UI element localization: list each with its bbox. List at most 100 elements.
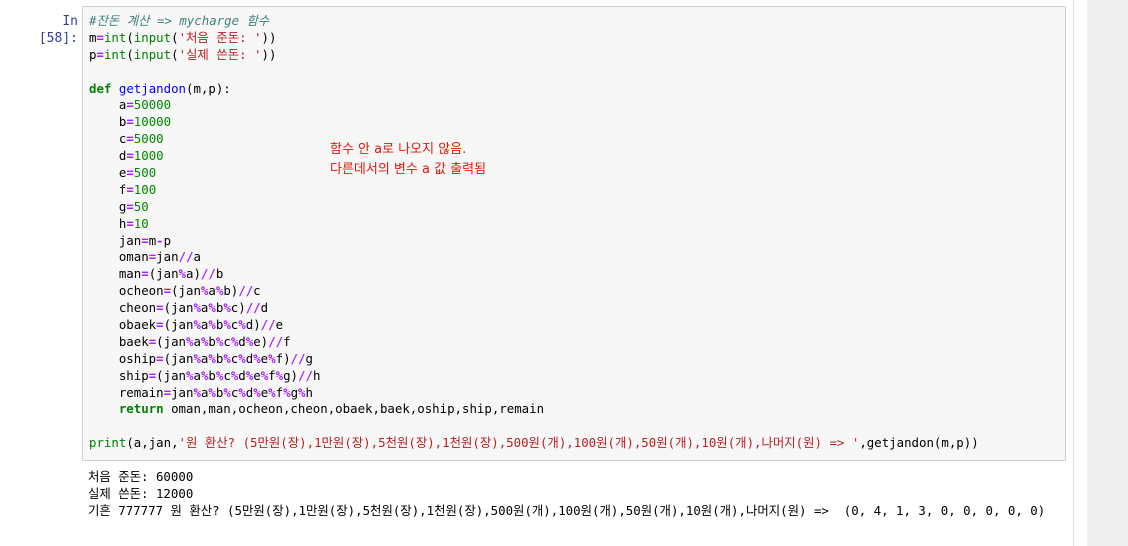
code-token: e) bbox=[253, 333, 269, 349]
code-token: e bbox=[275, 317, 284, 333]
code-token: = bbox=[141, 232, 149, 248]
code-token: int bbox=[103, 29, 127, 45]
code-token: = bbox=[126, 215, 134, 231]
code-token: % bbox=[268, 384, 276, 400]
code-line: oman=jan//a bbox=[89, 249, 979, 266]
code-token: (jan bbox=[171, 283, 201, 299]
code-token: jan bbox=[89, 232, 142, 248]
code-token: '처음 준돈: ' bbox=[178, 29, 262, 45]
code-line: c=5000 bbox=[89, 131, 979, 148]
code-token: b bbox=[208, 333, 216, 349]
code-token: % bbox=[223, 350, 231, 366]
code-token: % bbox=[193, 317, 201, 333]
code-token: (jan bbox=[156, 333, 186, 349]
code-token: % bbox=[283, 384, 291, 400]
code-token: (jan bbox=[163, 350, 194, 366]
code-token: = bbox=[163, 283, 172, 299]
output-line: 기흔 777777 원 환산? (5만원(장),1만원(장),5천원(장),1천… bbox=[88, 503, 1046, 518]
code-token: input bbox=[133, 46, 172, 62]
code-token: (jan bbox=[163, 317, 194, 333]
code-token: 10 bbox=[133, 215, 149, 231]
code-token: ( bbox=[126, 46, 134, 62]
code-token: )) bbox=[261, 46, 277, 62]
code-token: % bbox=[238, 384, 246, 400]
annotation-line-1: 함수 안 a로 나오지 않음. bbox=[330, 142, 467, 157]
code-token: = bbox=[126, 198, 134, 214]
code-line: f=100 bbox=[89, 182, 979, 199]
code-token: % bbox=[193, 300, 201, 316]
code-token: % bbox=[223, 384, 231, 400]
code-token: % bbox=[298, 384, 306, 400]
code-token: f bbox=[89, 181, 127, 197]
code-token: % bbox=[253, 350, 261, 366]
code-token: = bbox=[126, 131, 134, 147]
code-token: b) bbox=[223, 283, 239, 299]
annotation-note: 함수 안 a로 나오지 않음. 다른데서의 변수 a 값 출력됨 bbox=[330, 140, 486, 180]
code-token: h bbox=[89, 215, 127, 231]
code-token: int bbox=[103, 46, 127, 62]
code-token: 50000 bbox=[133, 97, 172, 113]
cell-output: 처음 준돈: 60000 실제 쓴돈: 12000 기흔 777777 원 환산? … bbox=[88, 468, 1068, 519]
code-token: % bbox=[223, 300, 231, 316]
code-token: e bbox=[253, 367, 261, 383]
output-line: 처음 준돈: 60000 bbox=[88, 469, 194, 484]
code-token: % bbox=[253, 384, 261, 400]
code-line: e=500 bbox=[89, 165, 979, 182]
code-token: // bbox=[290, 350, 306, 366]
code-token: ( bbox=[126, 29, 134, 45]
code-editor[interactable]: #잔돈 계산 => mycharge 함수 m=int(input('처음 준돈:… bbox=[89, 13, 979, 452]
code-line: p=int(input('실제 쓴돈: ')) bbox=[89, 47, 979, 64]
code-token: % bbox=[238, 317, 246, 333]
code-token: a bbox=[193, 333, 201, 349]
output-line: 실제 쓴돈: 12000 bbox=[88, 486, 194, 501]
code-line: jan=m-p bbox=[89, 233, 979, 250]
code-token: % bbox=[208, 300, 216, 316]
code-token: = bbox=[141, 266, 149, 282]
code-token: h bbox=[305, 384, 313, 400]
code-token: % bbox=[268, 350, 276, 366]
code-token: (a,jan, bbox=[126, 435, 179, 451]
code-token: 10000 bbox=[133, 114, 172, 130]
code-token: #잔돈 계산 => mycharge 함수 bbox=[89, 13, 270, 28]
code-token: g bbox=[305, 350, 313, 366]
code-token: 100 bbox=[133, 181, 157, 197]
code-token: input bbox=[133, 29, 172, 45]
scrollbar-gutter[interactable] bbox=[1087, 0, 1128, 546]
code-token: = bbox=[96, 46, 104, 62]
code-token: % bbox=[223, 317, 231, 333]
code-token: = bbox=[156, 350, 164, 366]
code-line: print(a,jan,'원 환산? (5만원(장),1만원(장),5천원(장)… bbox=[89, 435, 979, 452]
code-token: remain bbox=[89, 384, 164, 400]
code-token: b bbox=[215, 266, 224, 282]
code-token: d bbox=[89, 148, 127, 164]
code-token: oman bbox=[89, 249, 149, 265]
code-token: baek bbox=[89, 333, 149, 349]
code-line: remain=jan%a%b%c%d%e%f%g%h bbox=[89, 385, 979, 402]
code-line: b=10000 bbox=[89, 114, 979, 131]
code-token: d bbox=[260, 300, 269, 316]
code-token: = bbox=[126, 114, 134, 130]
code-line: g=50 bbox=[89, 199, 979, 216]
code-token: % bbox=[238, 350, 246, 366]
code-token: // bbox=[200, 266, 216, 282]
code-token: jan bbox=[171, 384, 194, 400]
code-token: oship bbox=[89, 350, 157, 366]
code-line: man=(jan%a)//b bbox=[89, 266, 979, 283]
code-token: f bbox=[283, 333, 291, 349]
code-token: print bbox=[89, 435, 127, 451]
code-token: (jan bbox=[148, 266, 179, 282]
code-token: getjandon bbox=[118, 80, 186, 96]
code-line: d=1000 bbox=[89, 148, 979, 165]
code-token: % bbox=[178, 266, 186, 282]
code-token: // bbox=[238, 283, 254, 299]
code-token: (jan bbox=[163, 300, 194, 316]
code-token: // bbox=[268, 333, 284, 349]
code-token: = bbox=[126, 181, 134, 197]
code-line: cheon=(jan%a%b%c)//d bbox=[89, 300, 979, 317]
code-token: % bbox=[193, 350, 201, 366]
code-token: h bbox=[312, 367, 321, 383]
code-line: ship=(jan%a%b%c%d%e%f%g)//h bbox=[89, 368, 979, 385]
code-token: c bbox=[223, 333, 231, 349]
